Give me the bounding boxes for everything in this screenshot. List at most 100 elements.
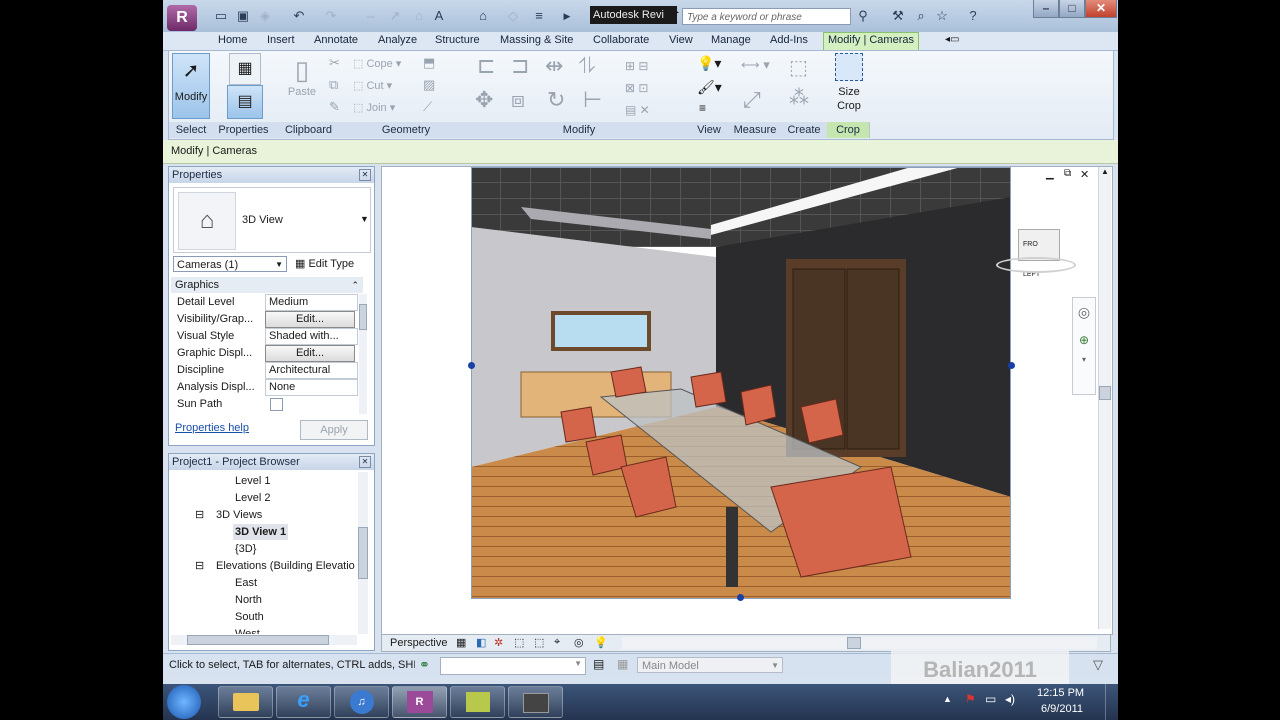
taskbar-ie[interactable]: e (276, 686, 331, 718)
mirror-axis-icon[interactable]: ⇹ (545, 53, 563, 79)
trim-icon[interactable]: ⊢ (583, 87, 602, 113)
graphic-display-edit-button[interactable]: Edit... (265, 345, 355, 362)
steering-wheel-icon[interactable]: ◎ (1073, 304, 1095, 321)
tree-item-3d-views[interactable]: 3D Views (216, 507, 262, 523)
tree-item-level-2[interactable]: Level 2 (235, 490, 270, 506)
shadows-icon[interactable]: ◧ (476, 636, 486, 649)
tree-item-west[interactable]: West (235, 626, 260, 634)
text-icon[interactable]: A (431, 8, 447, 24)
redo-icon[interactable]: ↷ (323, 8, 339, 24)
tree-item-3d-default[interactable]: {3D} (235, 541, 256, 557)
tab-insert[interactable]: Insert (267, 34, 295, 46)
tab-add-ins[interactable]: Add-Ins (770, 34, 808, 46)
thin-lines-icon[interactable]: ≡ (531, 8, 547, 24)
tray-expand-icon[interactable]: ▲ (943, 694, 952, 704)
close-icon[interactable]: ✕ (359, 169, 371, 181)
match-properties-icon[interactable]: ✎ (329, 99, 340, 115)
cut-geometry-button[interactable]: ⬚ Cut ▾ (353, 79, 392, 92)
paste-button[interactable]: ▯ Paste (287, 55, 317, 98)
analysis-display-value[interactable]: None (265, 379, 358, 396)
dimension-measure-icon[interactable]: ⤢ (743, 87, 761, 113)
sun-path-icon[interactable]: ✲ (494, 636, 503, 649)
view-vertical-scrollbar[interactable]: ▲ (1098, 167, 1111, 629)
viewcube-ring[interactable] (996, 257, 1076, 273)
size-crop-button[interactable]: Size Crop (833, 53, 865, 113)
scroll-thumb[interactable] (358, 527, 368, 579)
align-icon[interactable]: ⊏ (477, 53, 495, 79)
tab-manage[interactable]: Manage (711, 34, 751, 46)
offset-icon[interactable]: ⊐ (511, 53, 529, 79)
taskbar-media[interactable]: ♫ (334, 686, 389, 718)
tree-item-east[interactable]: East (235, 575, 257, 591)
copy-icon[interactable]: ⧉ (329, 77, 338, 93)
move-icon[interactable]: ✥ (475, 87, 493, 113)
worksharing-icon[interactable]: ⚭ (419, 657, 430, 673)
reveal-hidden-icon[interactable]: 💡 (594, 636, 608, 649)
view-close-icon[interactable]: ✕ (1080, 168, 1089, 181)
open-icon[interactable]: ▭ (213, 8, 229, 24)
nav-menu-icon[interactable]: ▾ (1073, 355, 1095, 364)
tree-expand-icon[interactable]: ⊟ (195, 558, 204, 574)
help-icon[interactable]: ? (965, 8, 981, 24)
tab-view[interactable]: View (669, 34, 693, 46)
ribbon-minimize-icon[interactable]: ◂▭ (945, 34, 959, 45)
design-options-icon[interactable]: ▦ (617, 657, 628, 671)
crop-view-icon[interactable]: ⬚ (514, 636, 524, 649)
network-icon[interactable]: ▭ (985, 692, 996, 706)
graphics-group[interactable]: Graphics ⌃ (171, 277, 363, 293)
tab-collaborate[interactable]: Collaborate (593, 34, 649, 46)
visual-style-icon[interactable]: ▦ (456, 636, 466, 649)
create-parts-icon[interactable]: ⁂ (789, 85, 809, 110)
modify-button[interactable]: ➚ Modify (172, 53, 210, 119)
hide-icon[interactable]: 💡▾ (697, 55, 721, 72)
split-icon[interactable]: ⊞ ⊟ ⊠ ⊡ ▤ ✕ (625, 55, 650, 121)
taskbar-revit[interactable]: R (392, 686, 447, 718)
sun-path-checkbox[interactable] (270, 398, 283, 411)
linework-icon[interactable]: ≡ (699, 101, 706, 115)
mirror-line-icon[interactable]: ⥮ (579, 53, 595, 79)
join-button[interactable]: ⬚ Join ▾ (353, 101, 395, 114)
taskbar-explorer[interactable] (218, 686, 273, 718)
demolish-icon[interactable]: ⟋ (423, 99, 432, 115)
binoculars-icon[interactable]: ⚲ (855, 8, 871, 24)
volume-icon[interactable]: ◂) (1005, 692, 1015, 706)
tree-expand-icon[interactable]: ⊟ (195, 507, 204, 523)
editable-only-icon[interactable]: ▤ (593, 657, 604, 671)
lock-view-icon[interactable]: ⌖ (554, 636, 560, 649)
dimension-icon[interactable]: ↗ (387, 8, 403, 24)
action-center-icon[interactable]: ⚑ (965, 692, 976, 706)
tree-item-level-1[interactable]: Level 1 (235, 473, 270, 489)
search-input[interactable]: Type a keyword or phrase (682, 8, 851, 25)
qat-more-icon[interactable]: ▶ (559, 8, 575, 24)
drawing-area[interactable]: ▁ ⧉ ✕ FRO LEFT ◎ ⊕ ▾ ▲ (381, 166, 1113, 635)
tree-item-north[interactable]: North (235, 592, 262, 608)
tree-item-3d-view-1[interactable]: 3D View 1 (233, 524, 289, 540)
show-desktop-button[interactable] (1105, 684, 1118, 720)
view-restore-icon[interactable]: ⧉ (1064, 168, 1071, 179)
edit-type-button[interactable]: ▦ Edit Type (295, 255, 354, 273)
apply-button[interactable]: Apply (300, 420, 368, 440)
type-properties-icon[interactable]: ▦ (229, 53, 261, 85)
communication-icon[interactable]: ⌕ (913, 8, 929, 24)
override-graphics-icon[interactable]: 🖌▾ (697, 79, 722, 96)
browser-horizontal-scrollbar[interactable] (171, 635, 357, 645)
favorites-icon[interactable]: ☆ (934, 8, 950, 24)
view-horizontal-scrollbar[interactable] (622, 637, 1097, 649)
visibility-edit-button[interactable]: Edit... (265, 311, 355, 328)
close-icon[interactable]: ✕ (359, 456, 371, 468)
copy-elements-icon[interactable]: ⧈ (511, 87, 525, 113)
cope-button[interactable]: ⬚ Cope ▾ (353, 57, 401, 70)
crop-handle-right[interactable] (1008, 362, 1015, 369)
subscription-icon[interactable]: ⚒ (890, 8, 906, 24)
rotate-icon[interactable]: ↻ (547, 87, 565, 113)
clock-date[interactable]: 6/9/2011 (1041, 703, 1083, 715)
section-icon[interactable]: ◇ (505, 8, 521, 24)
show-crop-icon[interactable]: ⬚ (534, 636, 544, 649)
split-face-icon[interactable]: ⬒ (423, 55, 435, 71)
camera-render[interactable] (471, 167, 1011, 599)
discipline-value[interactable]: Architectural (265, 362, 358, 379)
tab-modify-cameras[interactable]: Modify | Cameras (823, 32, 919, 51)
tab-analyze[interactable]: Analyze (378, 34, 417, 46)
tab-massing-site[interactable]: Massing & Site (500, 34, 573, 46)
cut-icon[interactable]: ✂ (329, 55, 340, 71)
